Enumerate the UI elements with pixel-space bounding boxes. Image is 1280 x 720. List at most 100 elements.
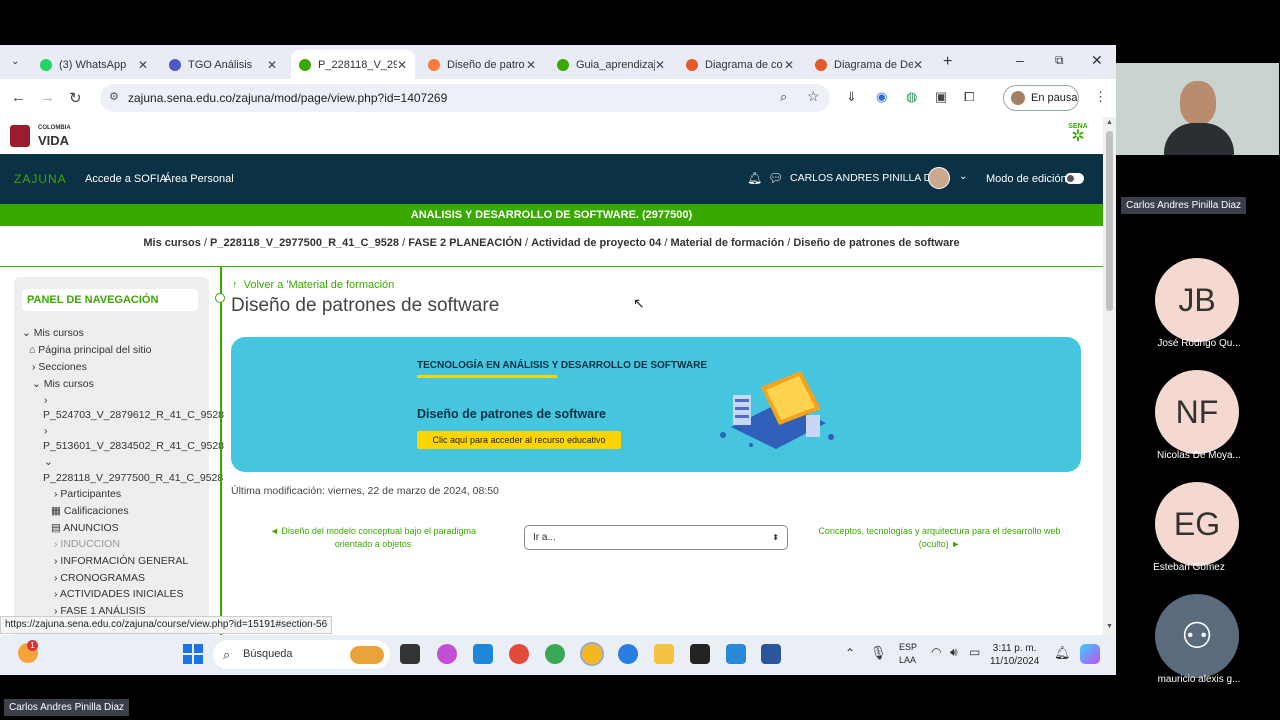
tab-close-icon[interactable]: ✕ [913, 58, 923, 72]
copilot-icon[interactable] [1080, 644, 1100, 664]
tab-close-icon[interactable]: ✕ [138, 58, 148, 72]
taskbar-app-files-icon[interactable] [400, 644, 420, 664]
notifications-bell-icon[interactable]: 🔔︎ [1054, 645, 1071, 661]
tab-close-icon[interactable]: ✕ [655, 58, 665, 72]
breadcrumb-item-course[interactable]: P_228118_V_2977500_R_41_C_9528 [210, 237, 399, 249]
extensions-puzzle-icon[interactable]: ⧠ [964, 89, 974, 105]
breadcrumb-item-material[interactable]: Material de formación [670, 237, 784, 249]
url-box[interactable]: ⚙ zajuna.sena.edu.co/zajuna/mod/page/vie… [100, 84, 830, 112]
zoom-icon[interactable]: ⌕ [780, 89, 787, 105]
back-arrow-icon[interactable]: ← [11, 89, 26, 106]
taskbar-app-chrome2-icon[interactable] [545, 644, 565, 664]
scrollbar-thumb[interactable] [1106, 131, 1113, 311]
bookmark-star-icon[interactable]: ☆ [807, 88, 820, 105]
window-close-icon[interactable]: ✕ [1091, 52, 1103, 69]
sidebar-item-participantes[interactable]: › Participantes [54, 488, 121, 500]
sidebar-item-mis-cursos[interactable]: ⌄ Mis cursos [22, 327, 84, 339]
participant-avatar-nf[interactable]: NF [1155, 370, 1239, 454]
sidebar-item-secciones[interactable]: › Secciones [32, 361, 87, 373]
volume-icon[interactable]: 🔊︎ [950, 645, 958, 660]
participant-avatar-jb[interactable]: JB [1155, 258, 1239, 342]
tab-3[interactable]: P_228118_V_297 ✕ [291, 50, 415, 79]
extension-icon-4[interactable]: ▣ [935, 89, 947, 105]
chevron-down-icon[interactable]: ⌄ [44, 456, 53, 468]
lang-bottom[interactable]: LAA [899, 655, 916, 665]
extension-icon-3[interactable]: ◍ [906, 89, 917, 105]
tab-4[interactable]: Diseño de patro ✕ [420, 50, 544, 79]
sidebar-item-actividades[interactable]: › ACTIVIDADES INICIALES [54, 588, 184, 600]
taskbar-app-sticky-icon[interactable] [690, 644, 710, 664]
windows-start-icon[interactable] [183, 644, 203, 664]
zajuna-brand[interactable]: ZAJUNA [14, 172, 67, 186]
taskbar-app-calculator-icon[interactable] [726, 644, 746, 664]
sidebar-item-informacion[interactable]: › INFORMACIÓN GENERAL [54, 555, 188, 567]
taskbar-app-chrome-icon[interactable] [509, 644, 529, 664]
sidebar-item-anuncios[interactable]: ▤ ANUNCIOS [51, 522, 119, 534]
browser-menu-icon[interactable]: ⋮ [1094, 89, 1107, 105]
edit-mode-toggle[interactable] [1065, 173, 1084, 184]
breadcrumb-item-fase2[interactable]: FASE 2 PLANEACIÓN [408, 237, 522, 249]
user-menu-chevron-icon[interactable]: ⌄ [959, 171, 967, 182]
notification-bell-icon[interactable]: 🔔︎ [747, 171, 762, 185]
taskbar-app-chrome3-icon[interactable] [580, 642, 604, 666]
taskbar-app-explorer-icon[interactable] [654, 644, 674, 664]
nav-sofia-link[interactable]: Accede a SOFIA [85, 173, 167, 185]
tab-close-icon[interactable]: ✕ [526, 58, 536, 72]
tab-5[interactable]: Guia_aprendizaj ✕ [549, 50, 673, 79]
message-icon[interactable]: 💬︎ [768, 171, 783, 185]
participant-avatar-ma[interactable]: ⚇ [1155, 594, 1239, 678]
battery-icon[interactable]: ▭ [969, 645, 980, 659]
new-tab-icon[interactable]: + [943, 53, 952, 71]
microphone-icon[interactable]: 🎙︎ [870, 645, 887, 661]
lang-top[interactable]: ESP [899, 642, 917, 652]
nav-personal-link[interactable]: Área Personal [164, 173, 234, 185]
scroll-up-icon[interactable]: ▲ [1106, 119, 1113, 126]
restore-icon[interactable]: ⧉ [1055, 53, 1064, 68]
url-text[interactable]: zajuna.sena.edu.co/zajuna/mod/page/view.… [128, 91, 447, 105]
user-name[interactable]: CARLOS ANDRES PINILLA DIAZ [790, 172, 948, 184]
tab-search-icon[interactable]: ⌄ [11, 56, 19, 67]
page-scrollbar[interactable]: ▲ ▼ [1103, 117, 1116, 635]
tray-chevron-icon[interactable]: ⌃ [845, 646, 855, 660]
chevron-right-icon[interactable]: › [44, 394, 48, 406]
wifi-icon[interactable]: ◠ [931, 645, 941, 659]
jump-to-select[interactable]: Ir a... ⬍ [524, 525, 788, 550]
sidebar-item-course-2[interactable]: P_513601_V_2834502_R_41_C_9528 [43, 440, 224, 452]
taskbar-search[interactable]: ⌕ Búsqueda [213, 640, 390, 669]
sidebar-item-course-1[interactable]: P_524703_V_2879612_R_41_C_9528 [43, 409, 224, 421]
scroll-down-icon[interactable]: ▼ [1106, 623, 1113, 630]
sidebar-item-home[interactable]: ⌂ Página principal del sitio [29, 344, 152, 356]
taskbar-app-vscode-icon[interactable] [473, 644, 493, 664]
minimize-icon[interactable]: – [1016, 52, 1024, 68]
previous-activity-link[interactable]: ◄ Diseño del modelo conceptual bajo el p… [253, 525, 493, 551]
next-activity-link[interactable]: Conceptos, tecnologías y arquitectura pa… [817, 525, 1062, 551]
tab-6[interactable]: Diagrama de co ✕ [678, 50, 802, 79]
site-info-icon[interactable]: ⚙ [109, 90, 119, 103]
sidebar-item-calificaciones[interactable]: ▦ Calificaciones [51, 505, 129, 517]
system-clock[interactable]: 3:11 p. m. 11/10/2024 [990, 642, 1039, 668]
profile-pause-button[interactable]: En pausa [1003, 85, 1079, 111]
taskbar-app-paint-icon[interactable] [437, 644, 457, 664]
participant-avatar-eg[interactable]: EG [1155, 482, 1239, 566]
taskbar-app-word-icon[interactable] [761, 644, 781, 664]
breadcrumb-item-actividad[interactable]: Actividad de proyecto 04 [531, 237, 661, 249]
back-to-material-link[interactable]: ↑ Volver a 'Material de formación [232, 279, 394, 291]
sidebar-item-mis-cursos-2[interactable]: ⌄ Mis cursos [32, 378, 94, 390]
taskbar-app-chrome4-icon[interactable] [618, 644, 638, 664]
forward-arrow-icon[interactable]: → [40, 89, 55, 106]
extension-icon-2[interactable]: ◉ [876, 89, 887, 105]
tab-close-icon[interactable]: ✕ [784, 58, 794, 72]
chevron-right-icon[interactable]: › [44, 425, 48, 437]
reload-icon[interactable]: ↻ [69, 89, 82, 107]
tab-7[interactable]: Diagrama de De ✕ [807, 50, 931, 79]
breadcrumb-item-mis-cursos[interactable]: Mis cursos [143, 237, 200, 249]
sidebar-item-cronogramas[interactable]: › CRONOGRAMAS [54, 572, 145, 584]
tab-2[interactable]: TGO Análisis ✕ [161, 50, 285, 79]
tab-close-icon[interactable]: ✕ [267, 58, 277, 72]
tab-close-icon[interactable]: ✕ [397, 58, 407, 72]
sidebar-item-induccion[interactable]: › INDUCCION [54, 538, 120, 550]
user-avatar[interactable] [928, 167, 950, 189]
sidebar-item-course-3[interactable]: P_228118_V_2977500_R_41_C_9528 [43, 472, 223, 484]
access-resource-button[interactable]: Clic aquí para acceder al recurso educat… [417, 431, 621, 449]
extension-icon-1[interactable]: ⇓ [846, 89, 857, 105]
